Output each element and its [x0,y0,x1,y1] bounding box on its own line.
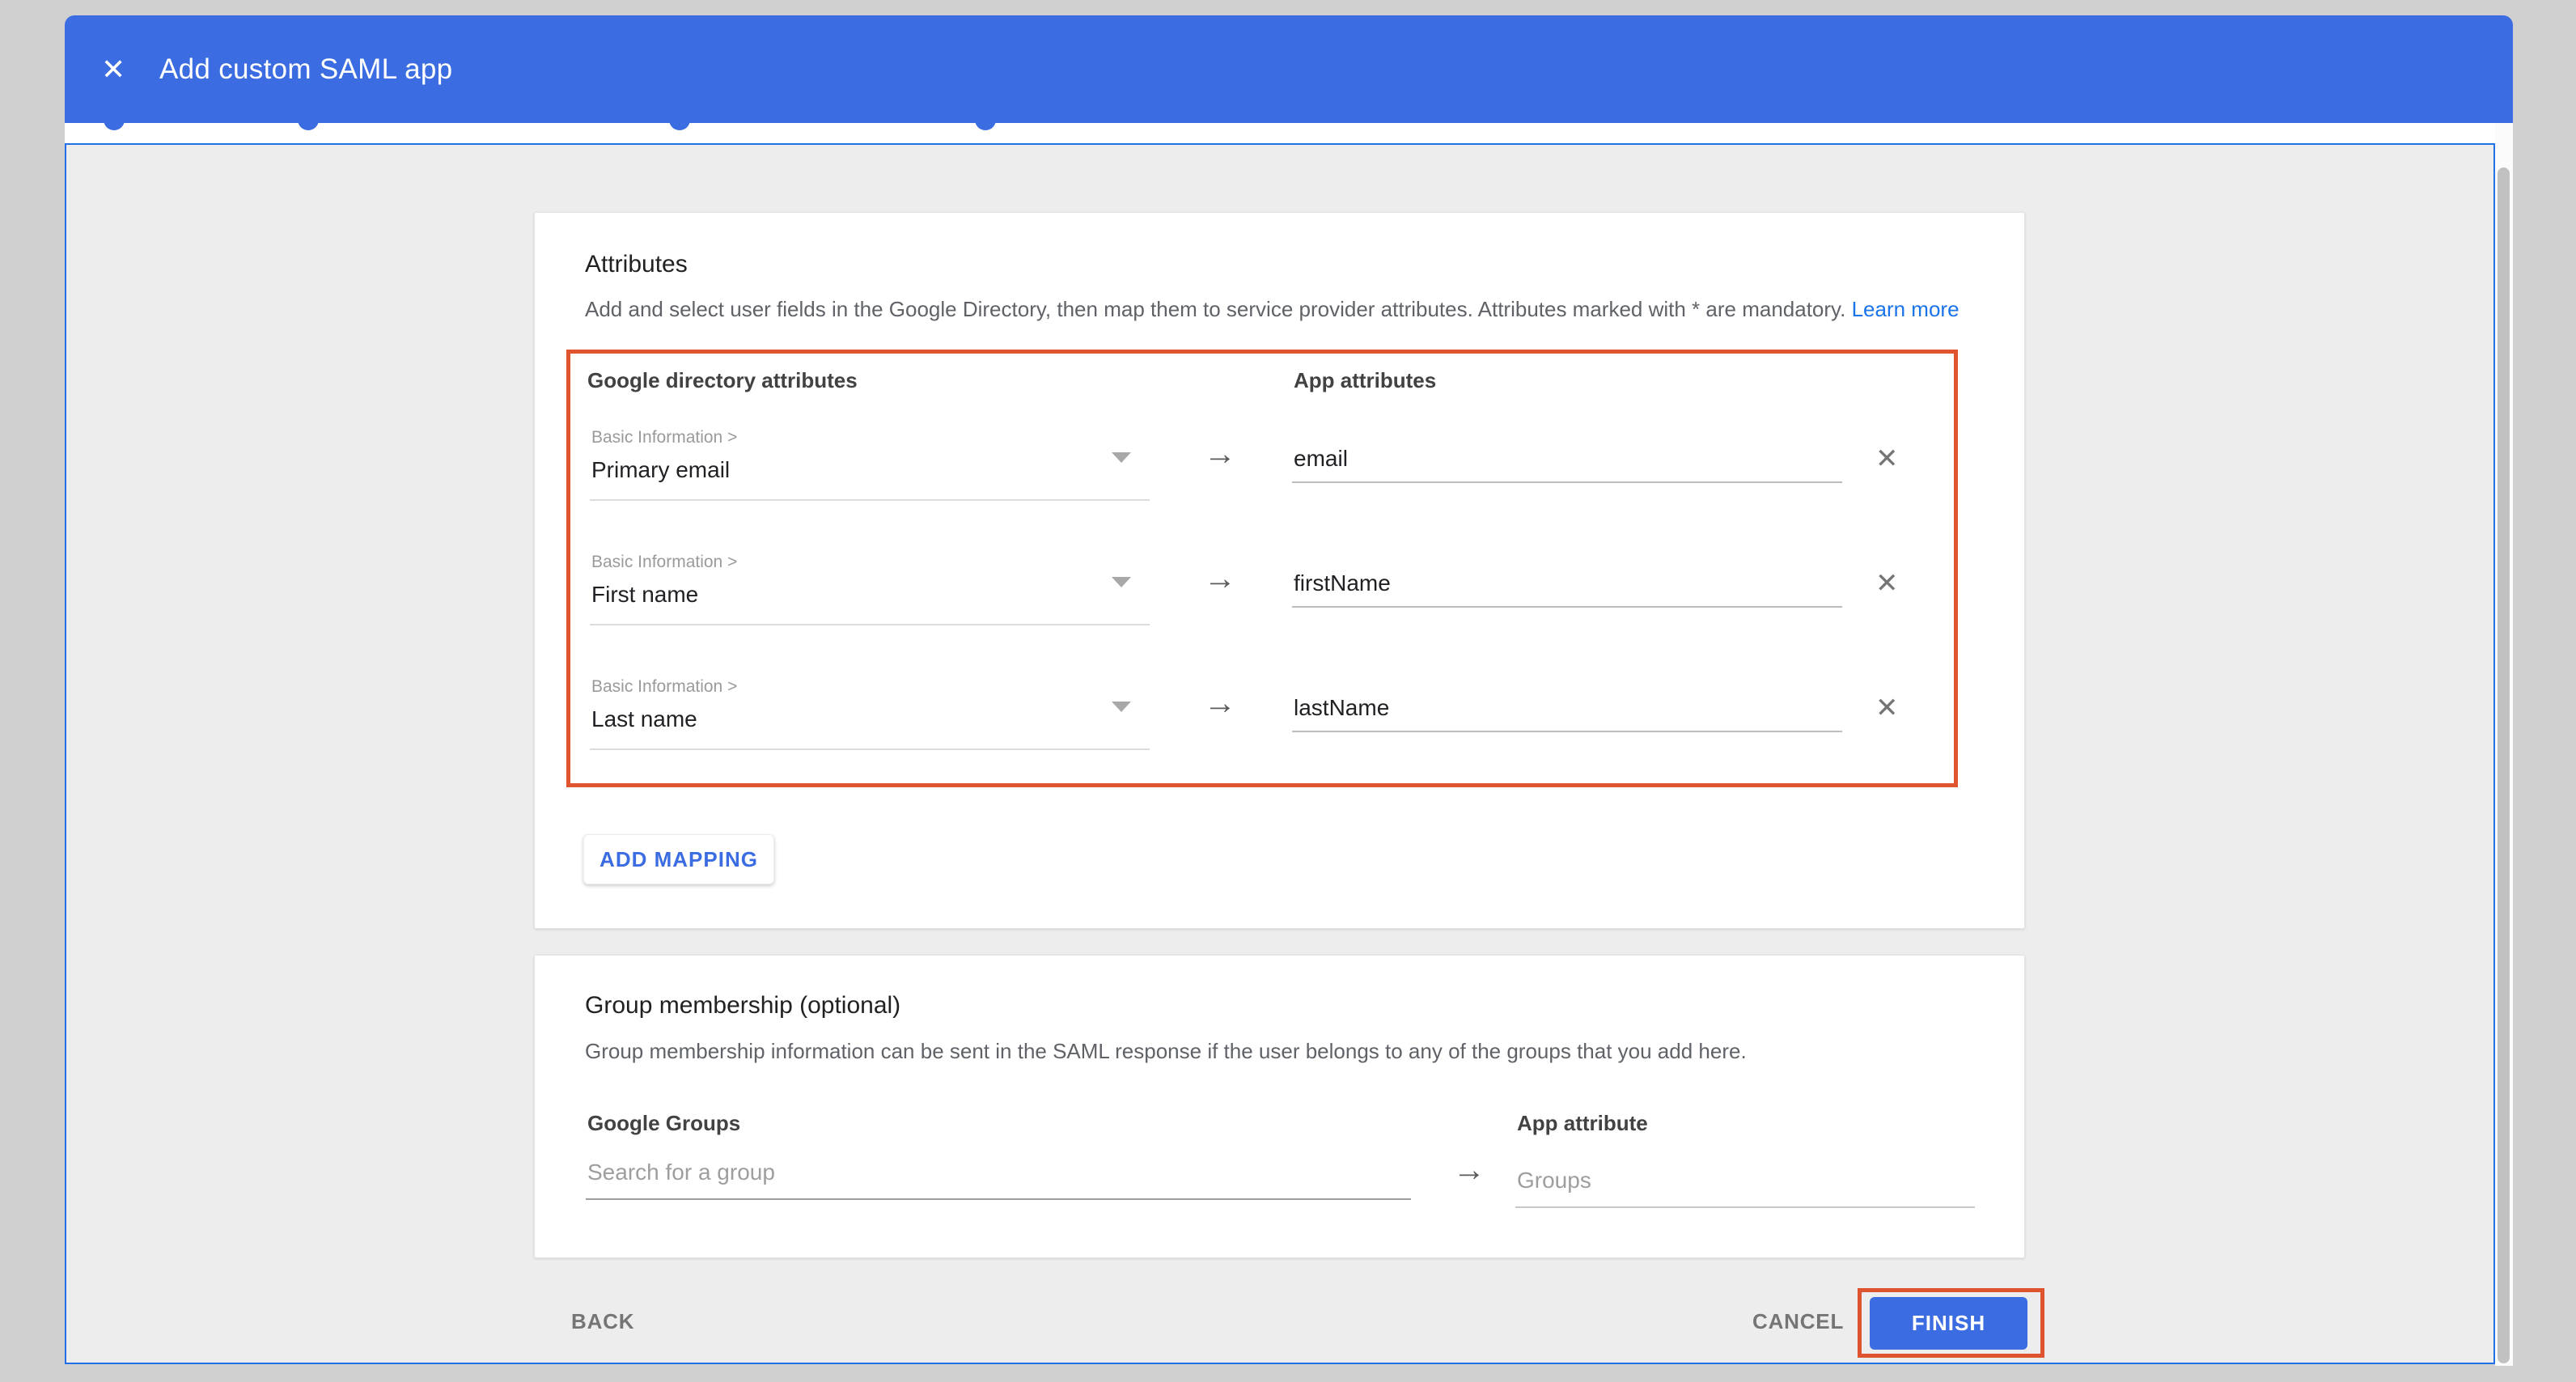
attributes-card-description: Add and select user fields in the Google… [585,297,1960,322]
directory-attributes-column-label: Google directory attributes [587,368,858,393]
add-mapping-button[interactable]: ADD MAPPING [583,834,774,884]
directory-attribute-select[interactable]: First name [591,582,698,608]
app-attribute-input[interactable] [1292,695,1842,732]
group-membership-card: Group membership (optional) Group member… [534,955,2025,1258]
directory-attribute-select[interactable]: Last name [591,706,697,732]
app-attribute-input[interactable] [1292,570,1842,608]
select-underline [590,748,1150,750]
select-underline [590,499,1150,501]
dialog-header: ✕ Add custom SAML app [65,15,2513,123]
app-attribute-label: App attribute [1517,1111,1648,1136]
finish-button[interactable]: FINISH [1870,1297,2027,1350]
dropdown-caret-icon [1112,452,1131,463]
mapping-row: Basic Information > Primary email → ✕ [587,422,1930,543]
header-underlay [65,123,2513,143]
close-icon[interactable]: ✕ [101,55,125,84]
attributes-card-title: Attributes [585,251,688,278]
directory-attribute-category: Basic Information > [591,553,737,572]
group-card-title: Group membership (optional) [585,992,900,1020]
group-card-description: Group membership information can be sent… [585,1039,1747,1064]
scrollbar-thumb[interactable] [2498,167,2510,1363]
arrow-right-icon: → [1204,436,1236,473]
arrow-right-icon: → [1453,1152,1485,1189]
dropdown-caret-icon [1112,702,1131,712]
remove-mapping-icon[interactable]: ✕ [1875,567,1899,600]
dialog-title: Add custom SAML app [159,53,452,86]
arrow-right-icon: → [1204,685,1236,722]
arrow-right-icon: → [1204,561,1236,597]
directory-attribute-category: Basic Information > [591,428,737,447]
attributes-card: Attributes Add and select user fields in… [534,212,2025,929]
google-groups-label: Google Groups [587,1111,740,1136]
learn-more-link[interactable]: Learn more [1852,297,1960,321]
directory-attribute-category: Basic Information > [591,677,737,697]
group-app-attribute-input[interactable] [1515,1168,1975,1208]
attributes-description-text: Add and select user fields in the Google… [585,297,1845,321]
remove-mapping-icon[interactable]: ✕ [1875,443,1899,475]
mapping-row: Basic Information > Last name → ✕ [587,671,1930,792]
remove-mapping-icon[interactable]: ✕ [1875,692,1899,724]
app-attributes-column-label: App attributes [1294,368,1436,393]
dropdown-caret-icon [1112,577,1131,587]
select-underline [590,624,1150,625]
app-attribute-input[interactable] [1292,446,1842,483]
mapping-row: Basic Information > First name → ✕ [587,546,1930,668]
back-button[interactable]: BACK [571,1309,634,1334]
cancel-button[interactable]: CANCEL [1752,1309,1844,1334]
group-search-input[interactable] [586,1159,1411,1200]
directory-attribute-select[interactable]: Primary email [591,457,730,483]
